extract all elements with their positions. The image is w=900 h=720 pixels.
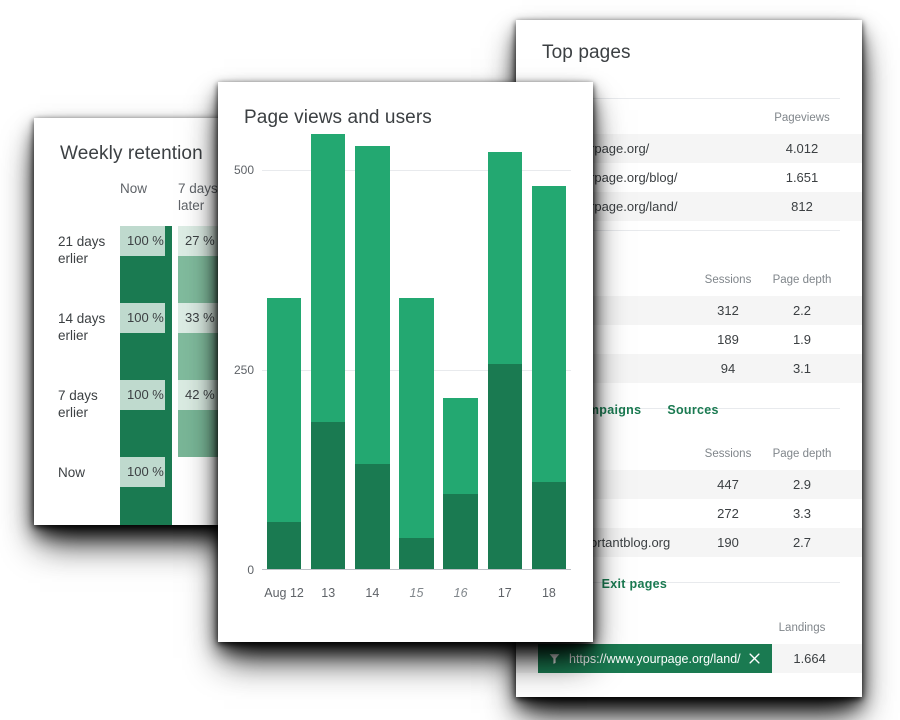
retention-row-label: Now <box>58 465 86 480</box>
chart-bar-segment-page-views <box>443 398 478 494</box>
retention-row-label: 21 days erlier <box>58 234 106 266</box>
retention-cell-value: 33 % <box>178 303 223 333</box>
retention-header-spacer <box>58 180 120 226</box>
chart-bar[interactable] <box>355 146 390 570</box>
chart-bar[interactable] <box>531 186 567 570</box>
source-sessions: 447 <box>717 477 739 492</box>
chart-bar-segment-page-views <box>487 152 522 364</box>
sources-header-sessions: Sessions <box>704 448 752 460</box>
retention-cell[interactable]: 100 % <box>120 457 178 525</box>
chart-bar-segment-users <box>487 363 522 570</box>
close-icon[interactable] <box>747 651 762 666</box>
source-page-depth: 2.9 <box>792 477 812 492</box>
chart-bar-slot <box>394 170 438 570</box>
retention-cell-value: 100 % <box>120 380 165 410</box>
chart-bar-segment-users <box>531 482 567 570</box>
chart-bar-segment-users <box>399 538 434 570</box>
source-page-depth: 3.3 <box>792 506 812 521</box>
retention-cell-value: 27 % <box>178 226 223 256</box>
chart-bars <box>262 134 571 570</box>
chart-y-tick-label: 250 <box>233 363 254 377</box>
retention-cell-value: 100 % <box>120 457 165 487</box>
retention-cell[interactable]: 100 % <box>120 380 178 457</box>
chart-x-axis-line <box>262 569 571 570</box>
tab-exit-pages[interactable]: Exit pages <box>602 577 668 598</box>
chart-bar-slot <box>262 170 306 570</box>
chart-bar-slot <box>350 146 394 570</box>
filter-funnel-icon <box>548 652 561 665</box>
page-views-and-users-card: Page views and users 0 250 500 Aug 12 13 14 1… <box>218 82 593 642</box>
retention-cell[interactable]: 100 % <box>120 226 178 303</box>
chart-y-tick-label: 0 <box>247 563 254 577</box>
sessions-header-sessions: Sessions <box>704 274 752 286</box>
page-views-title: Page views and users <box>244 107 432 128</box>
chart-bar[interactable] <box>266 298 302 570</box>
retention-row-label: 7 days erlier <box>58 388 98 420</box>
session-count: 189 <box>717 332 739 347</box>
chart-bar-segment-page-views <box>531 186 567 482</box>
chart-bar[interactable] <box>487 152 522 570</box>
chart-x-tick-label: 13 <box>321 586 336 600</box>
chart-bar-segment-page-views <box>355 146 390 465</box>
session-page-depth: 1.9 <box>792 332 812 347</box>
sources-header-page-depth: Page depth <box>772 448 832 460</box>
url-filter-chip[interactable]: https://www.yourpage.org/land/ <box>538 644 772 673</box>
session-count: 312 <box>717 303 739 318</box>
chart-bar-segment-users <box>355 464 390 570</box>
page-pageviews: 4.012 <box>785 141 819 156</box>
chart-bar-slot <box>439 170 483 570</box>
session-page-depth: 3.1 <box>792 361 812 376</box>
chart-bar-slot <box>483 152 527 570</box>
chart-x-tick-label: 18 <box>541 586 556 600</box>
chart-bar[interactable] <box>399 298 434 570</box>
chart-bar-segment-users <box>311 422 346 570</box>
retention-cell-value: 100 % <box>120 226 165 256</box>
source-page-depth: 2.7 <box>792 535 812 550</box>
retention-cell[interactable]: 100 % <box>120 303 178 380</box>
chart-bar-segment-page-views <box>399 298 434 538</box>
retention-cell-value: 42 % <box>178 380 223 410</box>
retention-header-now: Now <box>120 181 148 196</box>
landings-header-landings: Landings <box>778 622 826 634</box>
landings-filter-row: https://www.yourpage.org/land/ 1.664 <box>516 644 862 673</box>
landings-value: 1.664 <box>793 651 826 666</box>
chart-bar-slot <box>527 170 571 570</box>
chart-plot-area: 0 250 500 <box>234 134 571 577</box>
chart-x-tick-label: 17 <box>497 586 512 600</box>
retention-cell-value: 100 % <box>120 303 165 333</box>
pages-header-pageviews: Pageviews <box>774 112 830 124</box>
retention-row-label: 14 days erlier <box>58 311 106 343</box>
source-sessions: 272 <box>717 506 739 521</box>
session-count: 94 <box>720 361 736 376</box>
page-views-bar-chart: 0 250 500 Aug 12 13 14 15 16 17 18 <box>218 134 593 612</box>
source-sessions: 190 <box>717 535 739 550</box>
tab-sources[interactable]: Sources <box>667 403 718 424</box>
chart-bar[interactable] <box>443 398 478 570</box>
url-filter-chip-text: https://www.yourpage.org/land/ <box>569 651 741 666</box>
session-page-depth: 2.2 <box>792 303 812 318</box>
chart-y-tick-label: 500 <box>233 163 254 177</box>
chart-x-axis-labels: Aug 12 13 14 15 16 17 18 <box>262 586 571 600</box>
chart-bar-segment-users <box>266 522 302 570</box>
chart-x-tick-label: 15 <box>409 586 424 600</box>
chart-x-tick-label: 16 <box>453 586 468 600</box>
chart-bar-segment-users <box>443 494 478 570</box>
sessions-header-page-depth: Page depth <box>772 274 832 286</box>
top-pages-title: Top pages <box>542 42 631 63</box>
chart-bar-segment-page-views <box>311 134 346 422</box>
page-pageviews: 1.651 <box>785 170 819 185</box>
chart-bar-segment-page-views <box>266 298 302 522</box>
chart-bar-slot <box>306 134 350 570</box>
weekly-retention-title: Weekly retention <box>60 143 203 164</box>
chart-x-tick-label: Aug 12 <box>264 586 304 600</box>
dashboard-cards-stage: Weekly retention Now 7 days later 21 day… <box>0 0 900 720</box>
chart-x-tick-label: 14 <box>365 586 380 600</box>
page-pageviews: 812 <box>791 199 813 214</box>
chart-bar[interactable] <box>311 134 346 570</box>
